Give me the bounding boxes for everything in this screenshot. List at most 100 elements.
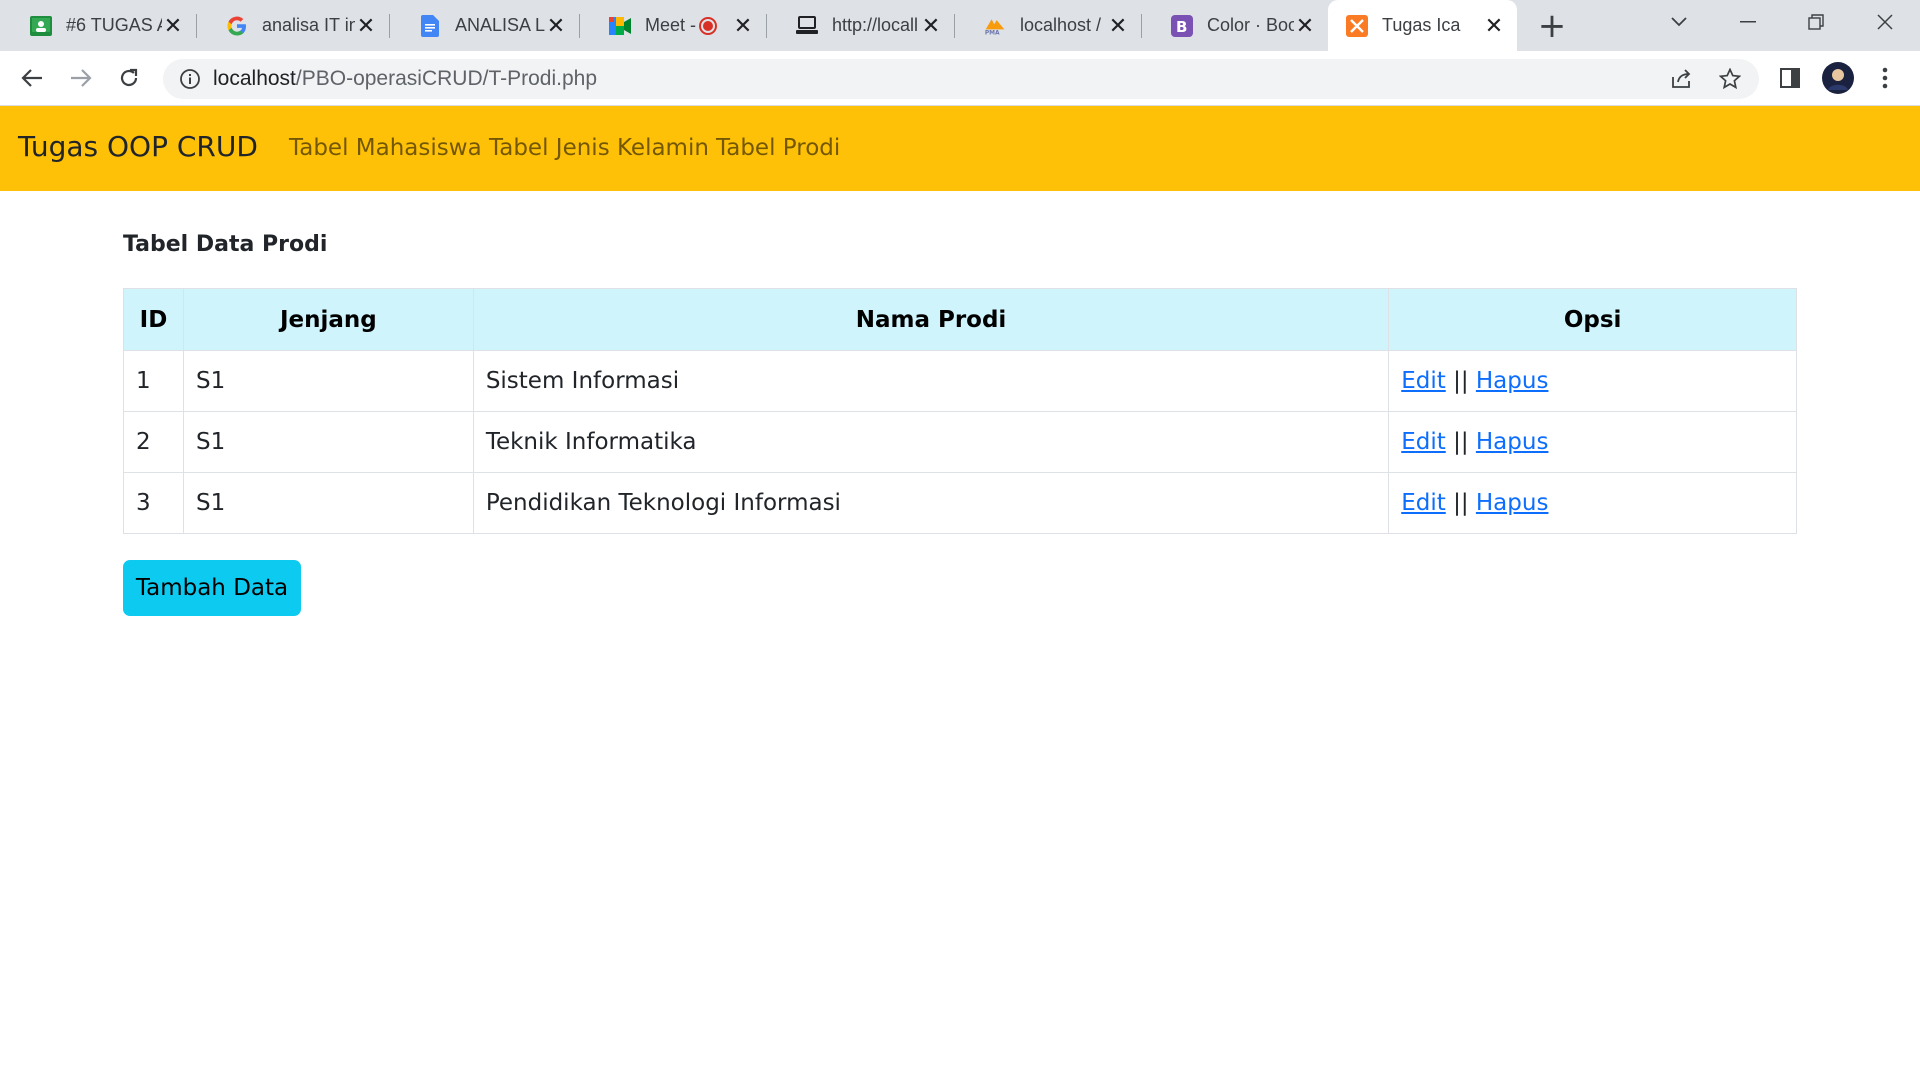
- arrow-right-icon: [71, 69, 92, 87]
- browser-tab-bootstrap[interactable]: B Color · Boo ✕: [1141, 0, 1328, 51]
- column-header-opsi: Opsi: [1388, 288, 1797, 351]
- close-icon[interactable]: ✕: [1294, 14, 1316, 37]
- nav-link-tabel-mahasiswa[interactable]: Tabel Mahasiswa: [289, 135, 482, 161]
- browser-tab-meet[interactable]: Meet - ✕: [579, 0, 766, 51]
- arrow-left-icon: [21, 69, 42, 87]
- google-icon: [226, 15, 248, 37]
- edit-link[interactable]: Edit: [1401, 368, 1446, 394]
- cell-id: 2: [123, 411, 184, 473]
- edit-link[interactable]: Edit: [1401, 429, 1446, 455]
- back-button[interactable]: [16, 62, 48, 94]
- bookmark-button[interactable]: [1714, 63, 1746, 95]
- cell-nama-prodi: Pendidikan Teknologi Informasi: [472, 472, 1390, 534]
- table-row: 3 S1 Pendidikan Teknologi Informasi Edit…: [123, 472, 1797, 534]
- tab-title: Meet -: [645, 15, 697, 35]
- restore-button[interactable]: [1786, 0, 1846, 44]
- menu-button[interactable]: [1869, 62, 1901, 94]
- cell-opsi: Edit || Hapus: [1388, 350, 1797, 412]
- column-header-id: ID: [123, 288, 184, 351]
- link-separator: ||: [1453, 490, 1469, 516]
- browser-tab-classroom[interactable]: #6 TUGAS A ✕: [0, 0, 196, 51]
- table-row: 2 S1 Teknik Informatika Edit || Hapus: [123, 411, 1797, 473]
- svg-text:B: B: [1176, 18, 1187, 36]
- close-icon[interactable]: ✕: [545, 14, 567, 37]
- tab-title: analisa IT in: [262, 15, 355, 35]
- reload-icon: [120, 68, 138, 87]
- cell-opsi: Edit || Hapus: [1388, 411, 1797, 473]
- close-window-button[interactable]: [1855, 0, 1915, 44]
- close-icon[interactable]: ✕: [355, 14, 377, 37]
- bootstrap-icon: B: [1171, 14, 1193, 37]
- close-icon[interactable]: ✕: [162, 14, 184, 37]
- forward-button[interactable]: [65, 62, 97, 94]
- nav-link-tabel-jenis-kelamin[interactable]: Tabel Jenis Kelamin: [489, 135, 709, 161]
- browser-tab-phpmyadmin[interactable]: PMA localhost / ✕: [954, 0, 1141, 51]
- cell-jenjang: S1: [182, 472, 474, 534]
- chevron-down-icon: [1671, 17, 1687, 27]
- browser-tab-strip: #6 TUGAS A ✕ analisa IT in ✕ ANALISA LI …: [0, 0, 1920, 51]
- svg-text:PMA: PMA: [985, 30, 1000, 36]
- tab-title: ANALISA LI: [455, 15, 545, 35]
- profile-avatar[interactable]: [1822, 62, 1854, 94]
- tambah-data-button[interactable]: Tambah Data: [123, 560, 301, 616]
- url-host: localhost: [213, 67, 296, 90]
- page-title: Tabel Data Prodi: [123, 232, 328, 257]
- browser-toolbar: localhost/PBO-operasiCRUD/T-Prodi.php: [0, 51, 1920, 106]
- more-vert-icon: [1882, 67, 1888, 89]
- minimize-button[interactable]: [1718, 0, 1778, 44]
- column-header-nama-prodi: Nama Prodi: [472, 288, 1390, 351]
- xampp-icon: [1346, 14, 1368, 37]
- new-tab-button[interactable]: +: [1534, 8, 1570, 44]
- classroom-icon: [30, 15, 52, 37]
- url-path: /PBO-operasiCRUD/T-Prodi.php: [295, 67, 597, 90]
- browser-tab-active[interactable]: Tugas Ica ✕: [1328, 0, 1517, 51]
- prodi-table: ID Jenjang Nama Prodi Opsi 1 S1 Sistem I…: [123, 288, 1797, 534]
- hapus-link[interactable]: Hapus: [1476, 490, 1549, 516]
- browser-tab-docs[interactable]: ANALISA LI ✕: [389, 0, 579, 51]
- url-text[interactable]: localhost/PBO-operasiCRUD/T-Prodi.php: [213, 67, 597, 91]
- close-icon[interactable]: ✕: [1107, 14, 1129, 37]
- close-icon[interactable]: ✕: [732, 14, 754, 37]
- tab-search-button[interactable]: [1649, 0, 1709, 44]
- share-button[interactable]: [1666, 63, 1698, 95]
- meet-icon: [609, 15, 631, 37]
- page-icon: [796, 15, 818, 37]
- browser-tab-google[interactable]: analisa IT in ✕: [196, 0, 389, 51]
- cell-opsi: Edit || Hapus: [1388, 472, 1797, 534]
- cell-nama-prodi: Teknik Informatika: [472, 411, 1390, 473]
- restore-icon: [1808, 14, 1824, 30]
- browser-tab-localhost-page[interactable]: http://locall ✕: [766, 0, 954, 51]
- tab-title: Color · Boo: [1207, 15, 1294, 35]
- hapus-link[interactable]: Hapus: [1476, 429, 1549, 455]
- close-icon: [1877, 14, 1893, 30]
- table-row: 1 S1 Sistem Informasi Edit || Hapus: [123, 350, 1797, 412]
- reload-button[interactable]: [113, 62, 145, 94]
- hapus-link[interactable]: Hapus: [1476, 368, 1549, 394]
- tab-title: http://locall: [832, 15, 919, 35]
- close-icon[interactable]: ✕: [920, 14, 942, 37]
- tab-title: #6 TUGAS A: [66, 15, 162, 35]
- edit-link[interactable]: Edit: [1401, 490, 1446, 516]
- tab-title: localhost /: [1020, 15, 1102, 35]
- info-icon[interactable]: [179, 68, 201, 90]
- cell-id: 3: [123, 472, 184, 534]
- nav-link-tabel-prodi[interactable]: Tabel Prodi: [716, 135, 840, 161]
- recording-icon: [698, 16, 718, 36]
- navbar-brand[interactable]: Tugas OOP CRUD: [18, 130, 258, 163]
- address-bar[interactable]: localhost/PBO-operasiCRUD/T-Prodi.php: [163, 59, 1759, 99]
- avatar-icon: [1822, 62, 1854, 94]
- link-separator: ||: [1453, 368, 1469, 394]
- share-icon: [1672, 69, 1691, 88]
- side-panel-icon: [1780, 68, 1800, 88]
- link-separator: ||: [1453, 429, 1469, 455]
- cell-jenjang: S1: [182, 411, 474, 473]
- column-header-jenjang: Jenjang: [182, 288, 474, 351]
- phpmyadmin-icon: PMA: [984, 15, 1006, 37]
- cell-id: 1: [123, 350, 184, 412]
- close-icon[interactable]: ✕: [1483, 14, 1505, 37]
- side-panel-button[interactable]: [1774, 62, 1806, 94]
- cell-nama-prodi: Sistem Informasi: [472, 350, 1390, 412]
- docs-icon: [419, 14, 441, 37]
- cell-jenjang: S1: [182, 350, 474, 412]
- tab-title: Tugas Ica: [1382, 15, 1461, 35]
